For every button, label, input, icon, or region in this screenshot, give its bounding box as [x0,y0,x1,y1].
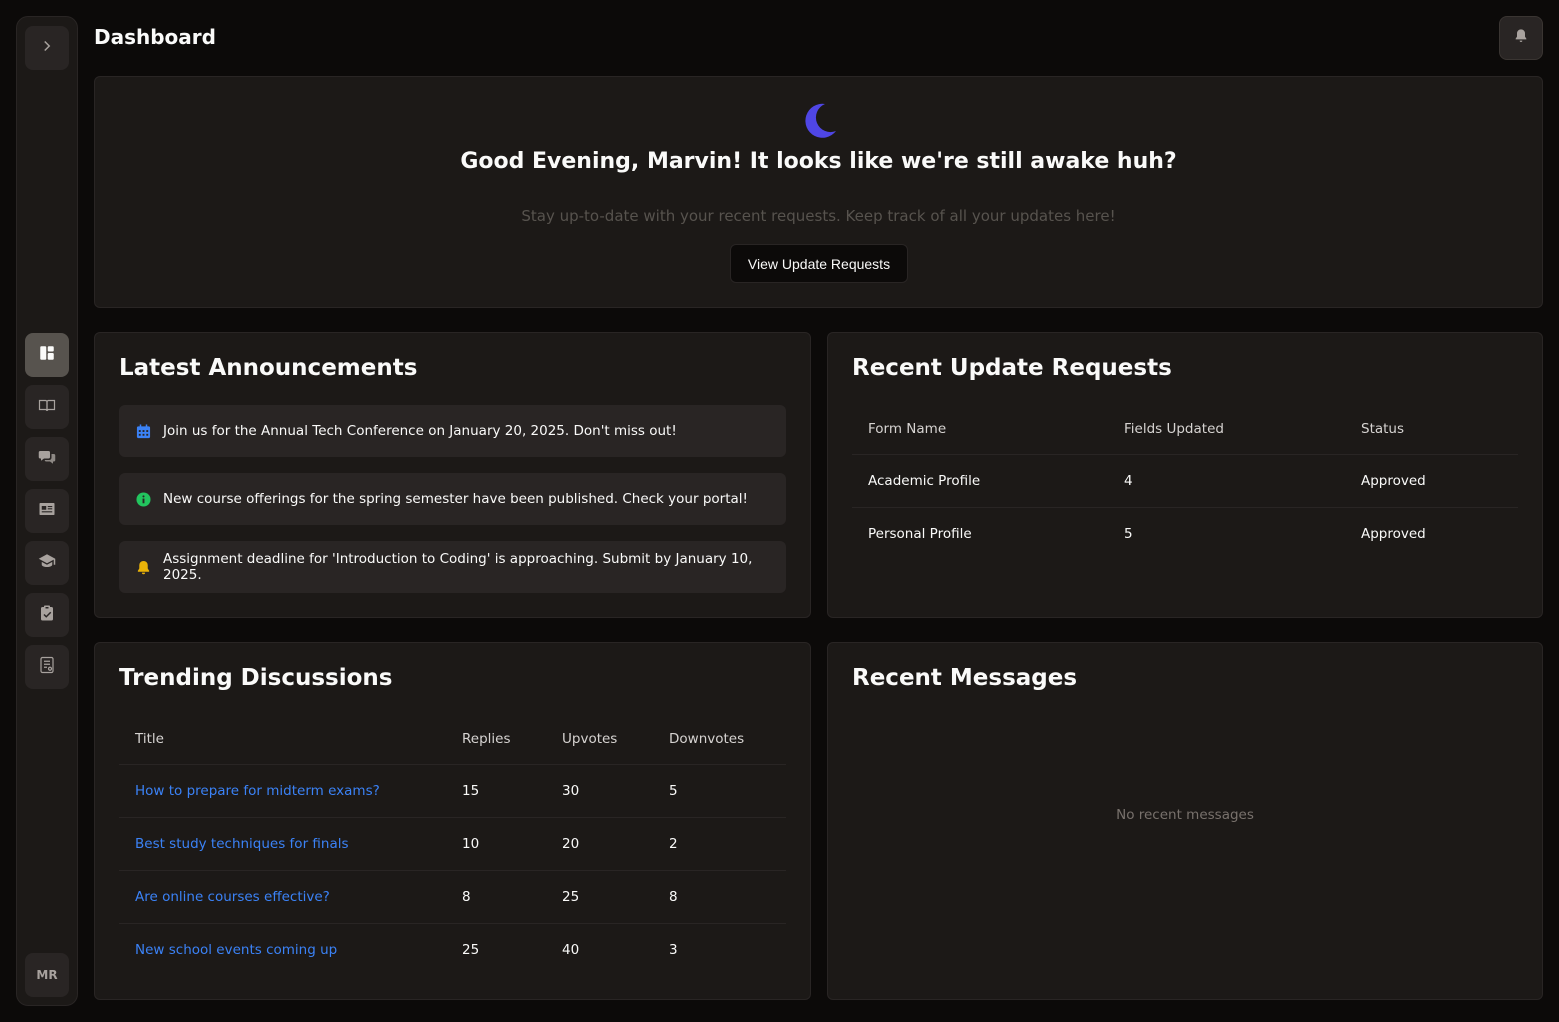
graduation-cap-icon [38,552,56,574]
sidebar-item-profile[interactable] [25,489,69,533]
replies-cell: 10 [446,816,546,870]
book-open-icon [38,396,56,418]
announcements-title: Latest Announcements [119,355,418,381]
bell-icon [1513,28,1529,48]
replies-cell: 25 [446,922,546,976]
id-card-icon [38,500,56,522]
discussion-title-link[interactable]: Best study techniques for finals [119,816,446,870]
recent-messages-card: Recent Messages No recent messages [827,642,1543,1000]
form-name-cell: Personal Profile [852,506,1108,560]
column-header: Status [1361,421,1405,438]
sidebar: MR [16,16,78,1006]
greeting-subtitle: Stay up-to-date with your recent request… [521,207,1116,225]
empty-state-text: No recent messages [1116,807,1254,823]
update-requests-title: Recent Update Requests [852,355,1172,381]
column-header: Form Name [868,421,947,438]
downvotes-cell: 3 [653,922,786,976]
downvotes-cell: 2 [653,816,786,870]
sidebar-item-dashboard[interactable] [25,333,69,377]
view-update-requests-button[interactable]: View Update Requests [730,244,908,283]
notifications-button[interactable] [1499,16,1543,60]
sidebar-item-courses[interactable] [25,385,69,429]
document-list-icon [38,656,56,678]
upvotes-cell: 40 [546,922,653,976]
column-header: Upvotes [562,731,618,748]
announcement-item[interactable]: New course offerings for the spring seme… [119,473,786,525]
sidebar-item-records[interactable] [25,645,69,689]
announcement-text: New course offerings for the spring seme… [163,491,748,507]
column-header: Title [135,731,164,748]
upvotes-cell: 30 [546,763,653,817]
status-cell: Approved [1345,506,1518,560]
chevron-right-icon [38,37,56,59]
table-header-row: Title Replies Upvotes Downvotes [119,715,786,764]
column-header: Replies [462,731,511,748]
sidebar-item-tasks[interactable] [25,593,69,637]
update-requests-table: Form Name Fields Updated Status Academic… [852,405,1518,560]
table-row: Best study techniques for finals 10 20 2 [119,816,786,870]
trending-discussions-title: Trending Discussions [119,665,393,691]
replies-cell: 15 [446,763,546,817]
table-row: Are online courses effective? 8 25 8 [119,869,786,923]
announcements-card: Latest Announcements Join us for the Ann… [94,332,811,618]
avatar-initials: MR [36,968,58,982]
bell-icon [135,559,151,575]
discussions-table: Title Replies Upvotes Downvotes How to p… [119,715,786,976]
discussion-title-link[interactable]: New school events coming up [119,922,446,976]
update-requests-card: Recent Update Requests Form Name Fields … [827,332,1543,618]
form-name-cell: Academic Profile [852,453,1108,507]
downvotes-cell: 8 [653,869,786,923]
greeting-card: Good Evening, Marvin! It looks like we'r… [94,76,1543,308]
recent-messages-title: Recent Messages [852,665,1078,691]
discussion-title-link[interactable]: How to prepare for midterm exams? [119,763,446,817]
sidebar-expand-button[interactable] [25,26,69,70]
table-row[interactable]: Personal Profile 5 Approved [852,506,1518,560]
column-header: Downvotes [669,731,745,748]
info-icon [135,491,151,507]
calendar-icon [135,423,151,439]
announcement-item[interactable]: Assignment deadline for 'Introduction to… [119,541,786,593]
announcement-text: Join us for the Annual Tech Conference o… [163,423,677,439]
upvotes-cell: 20 [546,816,653,870]
status-cell: Approved [1345,453,1518,507]
replies-cell: 8 [446,869,546,923]
clipboard-check-icon [38,604,56,626]
trending-discussions-card: Trending Discussions Title Replies Upvot… [94,642,811,1000]
column-header: Fields Updated [1124,421,1224,438]
avatar[interactable]: MR [25,953,69,997]
downvotes-cell: 5 [653,763,786,817]
sidebar-item-academics[interactable] [25,541,69,585]
announcement-text: Assignment deadline for 'Introduction to… [163,551,753,583]
greeting-title: Good Evening, Marvin! It looks like we'r… [460,149,1177,174]
table-row[interactable]: Academic Profile 4 Approved [852,453,1518,507]
announcement-item[interactable]: Join us for the Annual Tech Conference o… [119,405,786,457]
table-header-row: Form Name Fields Updated Status [852,405,1518,454]
fields-updated-cell: 5 [1108,506,1345,560]
table-row: How to prepare for midterm exams? 15 30 … [119,763,786,817]
discussion-title-link[interactable]: Are online courses effective? [119,869,446,923]
chat-bubbles-icon [38,448,56,470]
page-title: Dashboard [94,25,216,49]
upvotes-cell: 25 [546,869,653,923]
fields-updated-cell: 4 [1108,453,1345,507]
sidebar-item-discussions[interactable] [25,437,69,481]
moon-icon [799,101,839,141]
table-row: New school events coming up 25 40 3 [119,922,786,976]
dashboard-icon [38,344,56,366]
